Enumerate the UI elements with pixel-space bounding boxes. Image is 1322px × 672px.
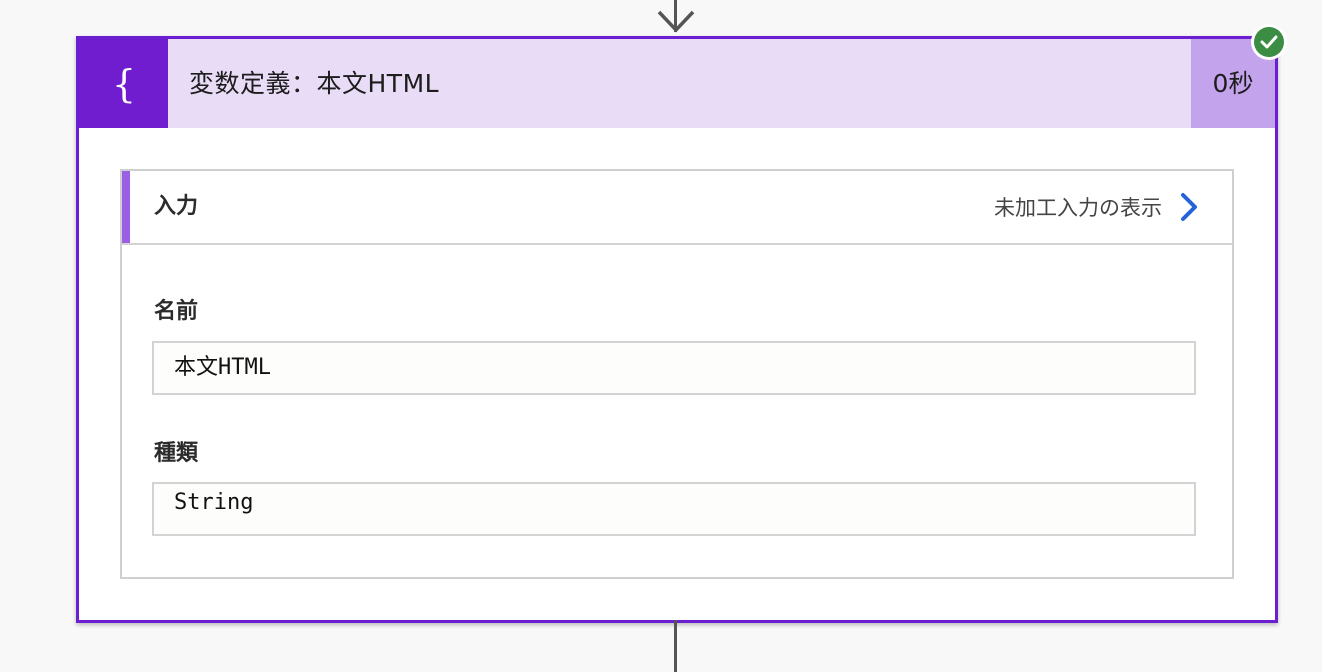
name-field-value: 本文HTML bbox=[174, 355, 271, 380]
inputs-section: 入力 未加工入力の表示 名前 本文HTML 種類 String bbox=[120, 169, 1234, 579]
variable-braces-icon: { bbox=[79, 39, 168, 128]
action-card[interactable]: { 変数定義：本文HTML 0秒 入力 未加工入力の表示 名前 本文HTML 種… bbox=[76, 36, 1278, 623]
flow-canvas: { 変数定義：本文HTML 0秒 入力 未加工入力の表示 名前 本文HTML 種… bbox=[0, 0, 1322, 672]
show-raw-inputs-link[interactable]: 未加工入力の表示 bbox=[994, 171, 1198, 243]
connector-line-bottom bbox=[674, 620, 677, 672]
chevron-right-icon bbox=[1181, 193, 1197, 221]
checkmark-icon bbox=[1254, 27, 1284, 57]
inputs-accent-bar bbox=[122, 171, 130, 243]
type-field[interactable]: String bbox=[152, 482, 1196, 536]
type-field-label: 種類 bbox=[154, 441, 199, 466]
type-field-value: String bbox=[174, 490, 254, 515]
svg-text:{: { bbox=[111, 62, 135, 106]
show-raw-inputs-label: 未加工入力の表示 bbox=[994, 196, 1162, 220]
inputs-title: 入力 bbox=[154, 194, 199, 219]
name-field[interactable]: 本文HTML bbox=[152, 341, 1196, 395]
arrow-down-icon bbox=[657, 10, 695, 33]
name-field-label: 名前 bbox=[154, 299, 199, 324]
action-title: 変数定義：本文HTML bbox=[189, 69, 440, 98]
action-header[interactable]: { 変数定義：本文HTML 0秒 bbox=[79, 39, 1275, 128]
success-status-badge bbox=[1251, 24, 1287, 60]
inputs-header: 入力 未加工入力の表示 bbox=[122, 171, 1232, 245]
